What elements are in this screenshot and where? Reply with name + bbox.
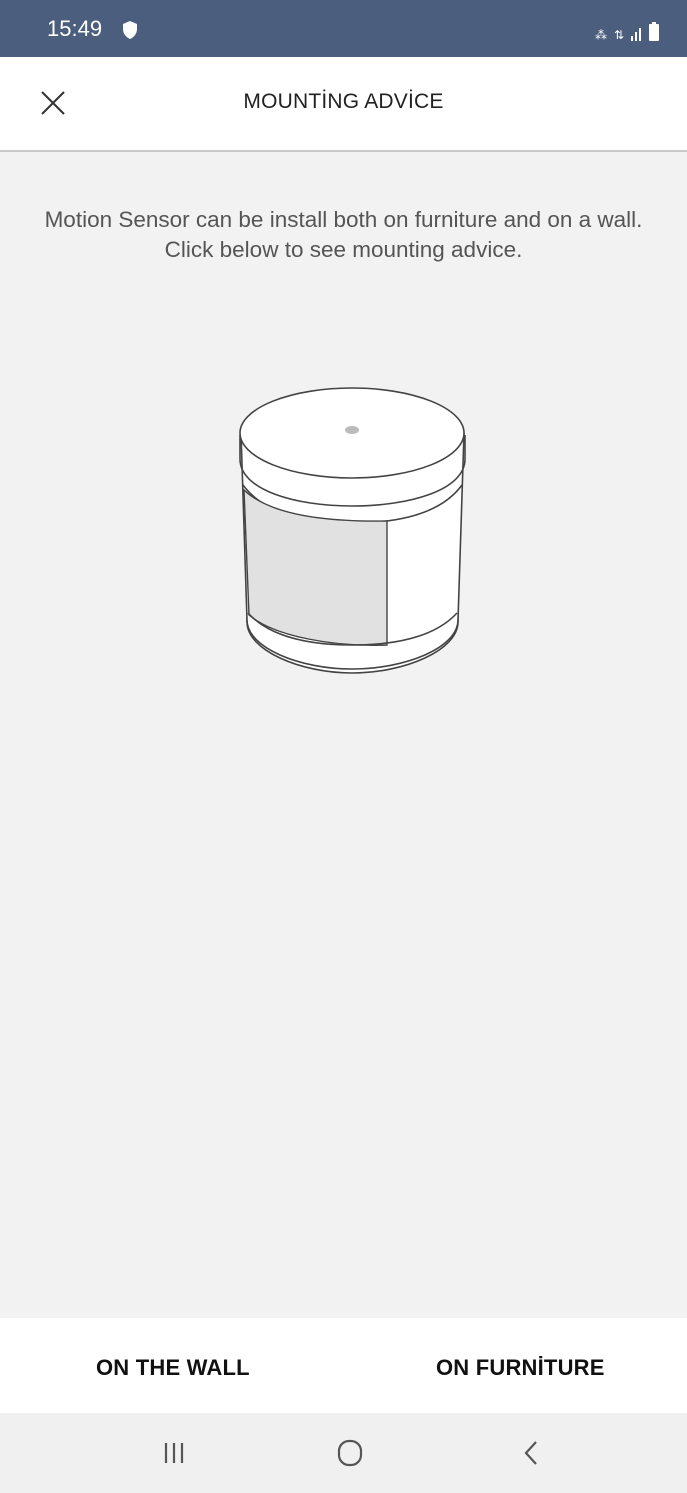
status-icons: ⁂ ⇅ [595, 19, 659, 41]
volte-icon: ⁂ [594, 28, 607, 42]
shield-icon [123, 21, 137, 39]
on-the-wall-button[interactable]: ON THE WALL [96, 1348, 266, 1388]
description-line-1: Motion Sensor can be install both on fur… [44, 207, 643, 232]
instructions-text: Motion Sensor can be install both on fur… [30, 205, 657, 265]
mounting-options-bar: ON THE WALL ON FURNİTURE [0, 1318, 687, 1413]
recents-icon[interactable] [155, 1433, 195, 1473]
page-title: MOUNTİNG ADVİCE [243, 90, 444, 113]
status-time: 15:49 [47, 16, 103, 41]
4g-icon: ⇅ [613, 28, 624, 42]
status-bar: 15:49 ⁂ ⇅ [0, 0, 687, 57]
system-nav-bar [0, 1413, 687, 1493]
home-icon[interactable] [330, 1433, 370, 1473]
description-line-2: Click below to see mounting advice. [164, 237, 523, 262]
app-bar: MOUNTİNG ADVİCE [0, 57, 687, 152]
on-furniture-button[interactable]: ON FURNİTURE [436, 1348, 616, 1388]
motion-sensor-illustration [239, 387, 466, 674]
back-icon[interactable] [512, 1433, 552, 1473]
battery-icon [649, 22, 659, 41]
signal-icon [631, 25, 641, 41]
